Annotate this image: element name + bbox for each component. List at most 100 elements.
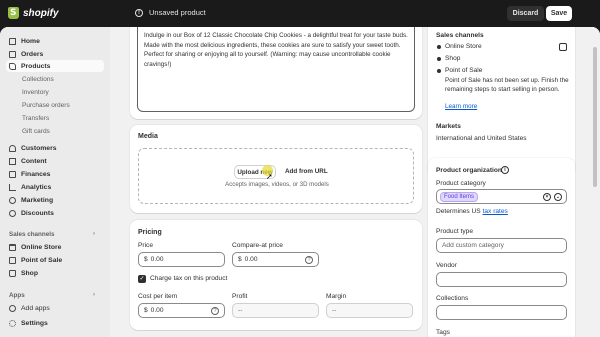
pricing-card: Pricing Price $ 0.00 Compare-at price $ … (130, 220, 422, 330)
save-button[interactable]: Save (546, 6, 572, 21)
markets-value: International and United States (436, 135, 527, 142)
discard-button[interactable]: Discard (507, 6, 544, 21)
product-category-input[interactable]: Food Items × ⌄ (436, 189, 567, 204)
currency-symbol: $ (144, 307, 148, 314)
description-card: Indulge in our Box of 12 Classic Chocola… (130, 27, 422, 119)
description-editor[interactable]: Indulge in our Box of 12 Classic Chocola… (137, 27, 415, 112)
sidebar-item-products[interactable]: Products (6, 60, 104, 72)
sidebar-subitem-collections[interactable]: Collections (22, 73, 54, 85)
sidebar-item-orders[interactable]: Orders (6, 48, 104, 60)
help-icon[interactable]: ? (305, 256, 313, 264)
currency-symbol: $ (238, 256, 242, 263)
sidebar-item-home[interactable]: Home (6, 35, 104, 47)
shopify-bag-icon (8, 7, 19, 19)
channel-shop: Shop (445, 55, 461, 62)
scrollbar-thumb[interactable] (593, 47, 597, 187)
sidebar-subitem-transfers[interactable]: Transfers (22, 112, 49, 124)
scrollbar[interactable] (590, 27, 600, 337)
clear-icon[interactable]: × (543, 193, 551, 201)
dropdown-icon[interactable]: ⌄ (554, 193, 562, 201)
sidebar-item-label: Analytics (21, 183, 52, 191)
cost-per-item-label: Cost per item (138, 293, 178, 300)
manage-channels-icon[interactable] (559, 43, 567, 51)
sidebar-item-add-apps[interactable]: Add apps (6, 302, 104, 314)
sidebar-subitem-gift-cards[interactable]: Gift cards (22, 125, 50, 137)
home-icon (9, 37, 16, 45)
channel-dot-icon (437, 69, 441, 73)
tag-icon (9, 62, 16, 70)
pricing-title: Pricing (138, 229, 162, 236)
bank-icon (9, 170, 16, 178)
publishing-card: Sales channels Online Store Shop Point o… (428, 27, 575, 177)
price-value: 0.00 (150, 256, 164, 263)
vendor-label: Vendor (436, 262, 457, 269)
charge-tax-checkbox[interactable]: ✓ (138, 275, 146, 283)
info-icon[interactable]: i (501, 166, 509, 174)
charge-tax-label: Charge tax on this product (150, 275, 228, 282)
price-label: Price (138, 242, 154, 249)
sales-channels-heading: Sales channels (9, 231, 55, 238)
apps-heading: Apps (9, 292, 25, 299)
sidebar-item-label: Customers (21, 144, 57, 152)
media-title: Media (138, 133, 158, 140)
compare-at-price-label: Compare-at price (232, 242, 283, 249)
tax-rates-link[interactable]: tax rates (483, 208, 508, 215)
channel-dot-icon (437, 45, 441, 49)
sidebar-item-label: Marketing (21, 196, 54, 204)
compare-at-price-value: 0.00 (244, 256, 258, 263)
channel-point-of-sale: Point of Sale (445, 67, 483, 74)
sidebar-item-finances[interactable]: Finances (6, 168, 104, 180)
sidebar-item-customers[interactable]: Customers (6, 142, 104, 154)
price-input[interactable]: $ 0.00 (138, 252, 225, 267)
media-dropzone[interactable]: Upload new ➚ Add from URL Accepts images… (138, 148, 414, 204)
margin-label: Margin (326, 293, 347, 300)
profit-label: Profit (232, 293, 248, 300)
learn-more-link[interactable]: Learn more (445, 103, 477, 112)
product-type-label: Product type (436, 228, 474, 235)
chevron-right-icon[interactable]: › (93, 292, 95, 298)
sidebar-subitem-inventory[interactable]: Inventory (22, 86, 49, 98)
product-type-input[interactable]: Add custom category (436, 238, 567, 253)
sidebar-item-label: Point of Sale (21, 256, 63, 264)
chevron-right-icon[interactable]: › (93, 231, 95, 237)
gear-icon (9, 319, 16, 327)
app-frame: Home Orders Products Collections Invento… (0, 27, 600, 337)
sidebar-item-label: Content (21, 157, 47, 165)
sidebar-item-label: Products (21, 62, 51, 70)
sidebar-item-settings[interactable]: Settings (6, 317, 104, 329)
sidebar-item-content[interactable]: Content (6, 155, 104, 167)
sidebar-item-point-of-sale[interactable]: Point of Sale (6, 254, 104, 266)
top-bar: shopify ! Unsaved product Discard Save (0, 0, 600, 27)
percent-icon (9, 209, 16, 217)
person-icon (9, 144, 16, 152)
sidebar-item-label: Shop (21, 269, 38, 277)
add-from-url-link[interactable]: Add from URL (285, 168, 328, 175)
shop-bag-icon (9, 269, 16, 277)
pos-setup-note: Point of Sale has not been set up. Finis… (445, 77, 569, 93)
sidebar-subitem-purchase-orders[interactable]: Purchase orders (22, 99, 70, 111)
vendor-input[interactable] (436, 272, 567, 287)
unsaved-status-text: Unsaved product (149, 8, 206, 17)
sidebar-item-label: Online Store (21, 243, 62, 251)
product-category-label: Product category (436, 180, 486, 187)
compare-at-price-input[interactable]: $ 0.00 ? (232, 252, 319, 267)
sidebar-item-label: Home (21, 37, 40, 45)
sidebar-item-analytics[interactable]: Analytics (6, 181, 104, 193)
sidebar-item-marketing[interactable]: Marketing (6, 194, 104, 206)
sidebar-item-shop[interactable]: Shop (6, 267, 104, 279)
sidebar-item-online-store[interactable]: Online Store (6, 241, 104, 253)
help-icon[interactable]: ? (211, 307, 219, 315)
sidebar-item-label: Add apps (21, 304, 50, 312)
orders-icon (9, 50, 16, 58)
mouse-pointer-icon: ➚ (266, 172, 273, 181)
alert-icon: ! (135, 8, 143, 17)
product-type-placeholder: Add custom category (442, 242, 504, 249)
collections-input[interactable] (436, 305, 567, 320)
unsaved-status: ! Unsaved product (135, 8, 206, 17)
sidebar: Home Orders Products Collections Invento… (0, 27, 110, 337)
channel-online-store: Online Store (445, 43, 482, 50)
media-hint: Accepts images, videos, or 3D models (225, 181, 329, 188)
sidebar-item-discounts[interactable]: Discounts (6, 207, 104, 219)
cost-per-item-input[interactable]: $ 0.00 ? (138, 303, 225, 318)
shopify-logo[interactable]: shopify (8, 7, 59, 19)
